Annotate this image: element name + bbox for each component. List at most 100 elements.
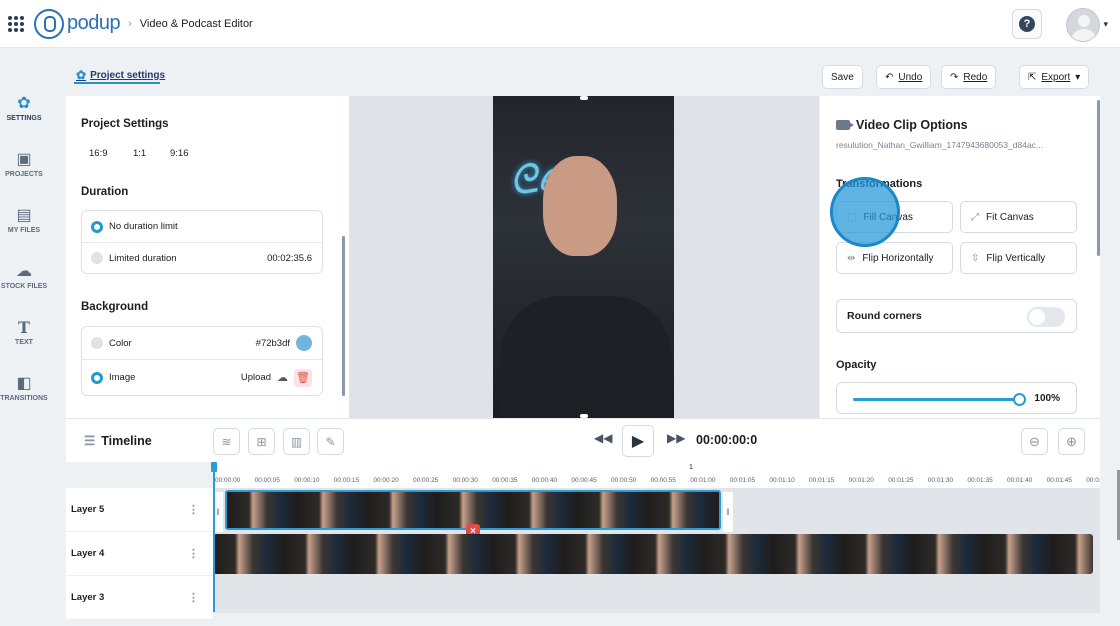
trash-icon[interactable]: 🗑 <box>294 368 312 387</box>
apps-grid-icon[interactable] <box>8 15 24 32</box>
nav-stock-files[interactable]: ☁ STOCK FILES <box>0 248 48 304</box>
zoom-in-icon[interactable]: ⊕ <box>1058 428 1085 455</box>
edit-icon[interactable]: ✎ <box>317 428 344 455</box>
play-icon: ▶ <box>631 433 645 450</box>
fit-canvas-button[interactable]: ⤢ Fit Canvas <box>960 201 1077 233</box>
projects-icon: ▣ <box>16 150 32 168</box>
layers-icon[interactable]: ≋ <box>213 428 240 455</box>
opacity-slider-track[interactable] <box>853 398 1019 401</box>
nav-my-files[interactable]: ▤ MY FILES <box>0 192 48 248</box>
gear-icon: ✿ <box>17 94 31 112</box>
left-panel-scrollbar[interactable] <box>342 236 345 396</box>
nav-settings[interactable]: ✿ SETTINGS <box>0 80 48 136</box>
radio-selected[interactable] <box>91 371 103 384</box>
layer-name: Layer 3 <box>71 592 105 603</box>
clip-options-title: Video Clip Options <box>836 118 968 132</box>
opacity-control: 100% <box>836 382 1077 414</box>
video-clip-layer-4[interactable] <box>213 534 1093 574</box>
opacity-slider-knob[interactable] <box>1013 393 1026 406</box>
resize-handle-top[interactable] <box>580 96 588 100</box>
layer-row[interactable]: Layer 4 ⋮ <box>66 532 213 576</box>
video-subject-shirt <box>501 296 671 418</box>
ruler-tick: 00:00:55 <box>650 477 676 484</box>
ruler-tick: 00:00:30 <box>452 477 478 484</box>
files-icon: ▤ <box>16 206 32 224</box>
ratio-1-1[interactable]: 1:1 <box>133 148 146 159</box>
color-swatch[interactable] <box>296 335 312 351</box>
duration-value[interactable]: 00:02:35.6 <box>267 253 312 264</box>
ruler-tick: 00:01:35 <box>967 477 993 484</box>
video-preview[interactable]: ᘓℯ <box>493 96 674 418</box>
playhead[interactable] <box>211 462 217 612</box>
upload-cloud-icon[interactable]: ☁ <box>277 371 288 384</box>
image-option[interactable]: Image Upload ☁ 🗑 <box>82 359 322 395</box>
export-icon: ⇱ <box>1028 71 1037 83</box>
layer-row[interactable]: Layer 5 ⋮ <box>66 488 213 532</box>
ruler-tick: 00:01:20 <box>848 477 874 484</box>
round-corners-toggle[interactable] <box>1027 307 1065 327</box>
active-tab-underline <box>74 82 160 84</box>
layer-row[interactable]: Layer 3 ⋮ <box>66 576 213 620</box>
radio-unselected[interactable] <box>91 337 103 349</box>
ruler-tick: 00:00:15 <box>333 477 360 484</box>
podup-logo[interactable]: podup <box>34 8 121 39</box>
media-icon[interactable]: ▥ <box>283 428 310 455</box>
nav-text[interactable]: T TEXT <box>0 304 48 360</box>
save-button[interactable]: Save <box>822 65 863 89</box>
question-icon: ? <box>1019 16 1035 32</box>
upload-label[interactable]: Upload <box>241 372 271 383</box>
color-hex: #72b3df <box>255 337 290 349</box>
split-icon[interactable]: ⊞ <box>248 428 275 455</box>
more-icon[interactable]: ⋮ <box>188 591 199 604</box>
ruler-tick: 00:00:00 <box>215 477 241 484</box>
color-option[interactable]: Color #72b3df <box>82 327 322 359</box>
undo-button[interactable]: ↶ Undo <box>876 65 932 89</box>
ruler-tick: 00:00:25 <box>413 477 439 484</box>
logo-text: podup <box>67 12 121 34</box>
background-options: Color #72b3df Image Upload ☁ 🗑 <box>81 326 323 396</box>
layer-name: Layer 4 <box>71 548 105 559</box>
rewind-icon[interactable]: ◀◀ <box>594 431 612 445</box>
round-corners-label: Round corners <box>847 310 922 322</box>
play-button[interactable]: ▶ <box>622 425 654 457</box>
timeline-ruler[interactable]: 1 00:00:00 00:00:05 00:00:10 00:00:15 00:00:… <box>213 462 1100 488</box>
opacity-value: 100% <box>1034 393 1060 404</box>
project-settings-tab[interactable]: ✿ Project settings <box>76 68 165 82</box>
fast-forward-icon[interactable]: ▶▶ <box>667 431 685 445</box>
radio-unselected[interactable] <box>91 252 103 264</box>
right-panel-scrollbar[interactable] <box>1097 100 1100 256</box>
export-button[interactable]: ⇱ Export ▾ <box>1019 65 1090 89</box>
podup-logo-mark <box>34 8 64 39</box>
help-button[interactable]: ? <box>1012 9 1042 39</box>
nav-transitions[interactable]: ◧ TRANSITIONS <box>0 360 48 416</box>
ratio-16-9[interactable]: 16:9 <box>89 148 108 159</box>
radio-selected[interactable] <box>91 220 103 233</box>
transitions-icon: ◧ <box>16 374 32 392</box>
more-icon[interactable]: ⋮ <box>188 547 199 560</box>
ruler-tick: 00:01:40 <box>1007 477 1033 484</box>
clip-trim-handle-right[interactable]: ‖ <box>723 492 733 532</box>
opacity-title: Opacity <box>836 359 877 371</box>
more-icon[interactable]: ⋮ <box>188 503 199 516</box>
ruler-tick: 00:01:05 <box>729 477 756 484</box>
nav-label: TEXT <box>15 338 33 346</box>
option-label: Image <box>109 372 136 383</box>
ruler-tick: 00:01:30 <box>927 477 954 484</box>
nav-projects[interactable]: ▣ PROJECTS <box>0 136 48 192</box>
chevron-down-icon[interactable]: ▾ <box>1103 19 1108 30</box>
avatar[interactable] <box>1066 8 1100 42</box>
flip-vertical-icon: ⇳ <box>971 252 980 264</box>
chevron-down-icon: ▾ <box>1075 71 1081 83</box>
nav-label: SETTINGS <box>6 114 42 122</box>
zoom-out-icon[interactable]: ⊖ <box>1021 428 1048 455</box>
limited-duration-option[interactable]: Limited duration 00:02:35.6 <box>82 242 322 273</box>
flip-horizontal-icon: ⇹ <box>847 252 856 264</box>
flip-horizontally-button[interactable]: ⇹ Flip Horizontally <box>836 242 953 274</box>
no-duration-limit-option[interactable]: No duration limit <box>82 211 322 242</box>
fit-canvas-label: Fit Canvas <box>986 211 1034 223</box>
ratio-9-16[interactable]: 9:16 <box>170 148 189 159</box>
ruler-tick: 00:00:20 <box>373 477 399 484</box>
project-settings-label: Project settings <box>90 69 166 81</box>
redo-button[interactable]: ↷ Redo <box>941 65 997 89</box>
flip-vertically-button[interactable]: ⇳ Flip Vertically <box>960 242 1077 274</box>
